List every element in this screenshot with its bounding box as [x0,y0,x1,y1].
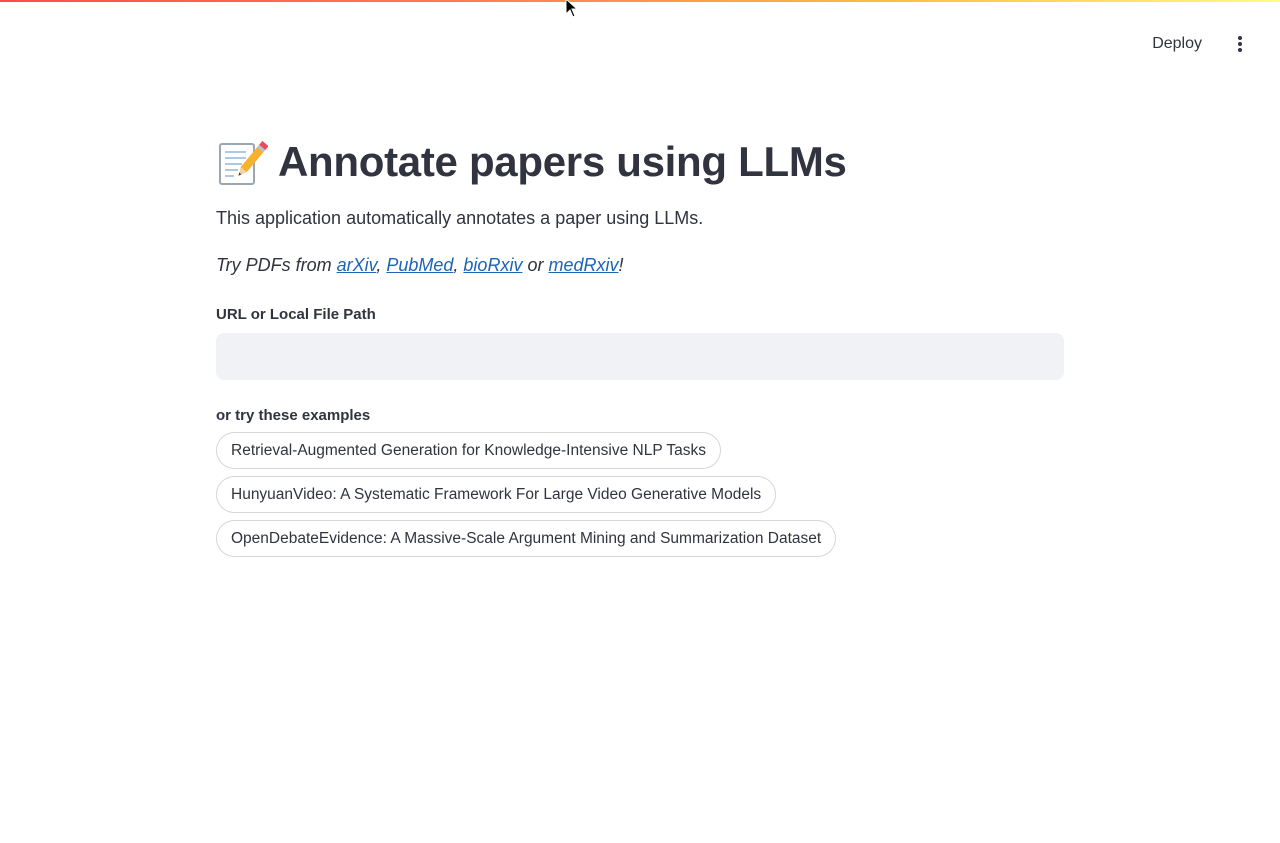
link-arxiv[interactable]: arXiv [337,255,377,275]
try-pdfs-line: Try PDFs from arXiv, PubMed, bioRxiv or … [216,255,1064,276]
toolbar: Deploy [1148,24,1252,64]
example-button-rag[interactable]: Retrieval-Augmented Generation for Knowl… [216,432,722,469]
title-row: Annotate papers using LLMs [216,132,1064,192]
page-title: Annotate papers using LLMs [278,138,847,185]
examples-label: or try these examples [216,407,371,424]
more-vertical-icon[interactable] [1228,30,1252,58]
link-pubmed[interactable]: PubMed [386,255,453,275]
main-content: Annotate papers using LLMs This applicat… [216,132,1064,557]
memo-emoji-icon [216,136,269,188]
examples-list: Retrieval-Augmented Generation for Knowl… [216,432,1064,557]
url-input[interactable] [216,333,1064,380]
separator-or: or [522,255,549,275]
url-field-label: URL or Local File Path [216,306,376,323]
page-description: This application automatically annotates… [216,208,704,228]
try-suffix: ! [618,255,624,275]
mouse-cursor-icon [565,0,581,18]
example-button-hunyuanvideo[interactable]: HunyuanVideo: A Systematic Framework For… [216,476,777,513]
separator-comma: , [453,255,464,275]
deploy-button[interactable]: Deploy [1148,29,1206,59]
link-biorxiv[interactable]: bioRxiv [463,255,522,275]
header-decoration-bar [0,0,1280,2]
example-button-opendebateevidence[interactable]: OpenDebateEvidence: A Massive-Scale Argu… [216,520,837,557]
link-medrxiv[interactable]: medRxiv [548,255,618,275]
try-prefix: Try PDFs from [216,255,337,275]
separator-comma: , [376,255,387,275]
